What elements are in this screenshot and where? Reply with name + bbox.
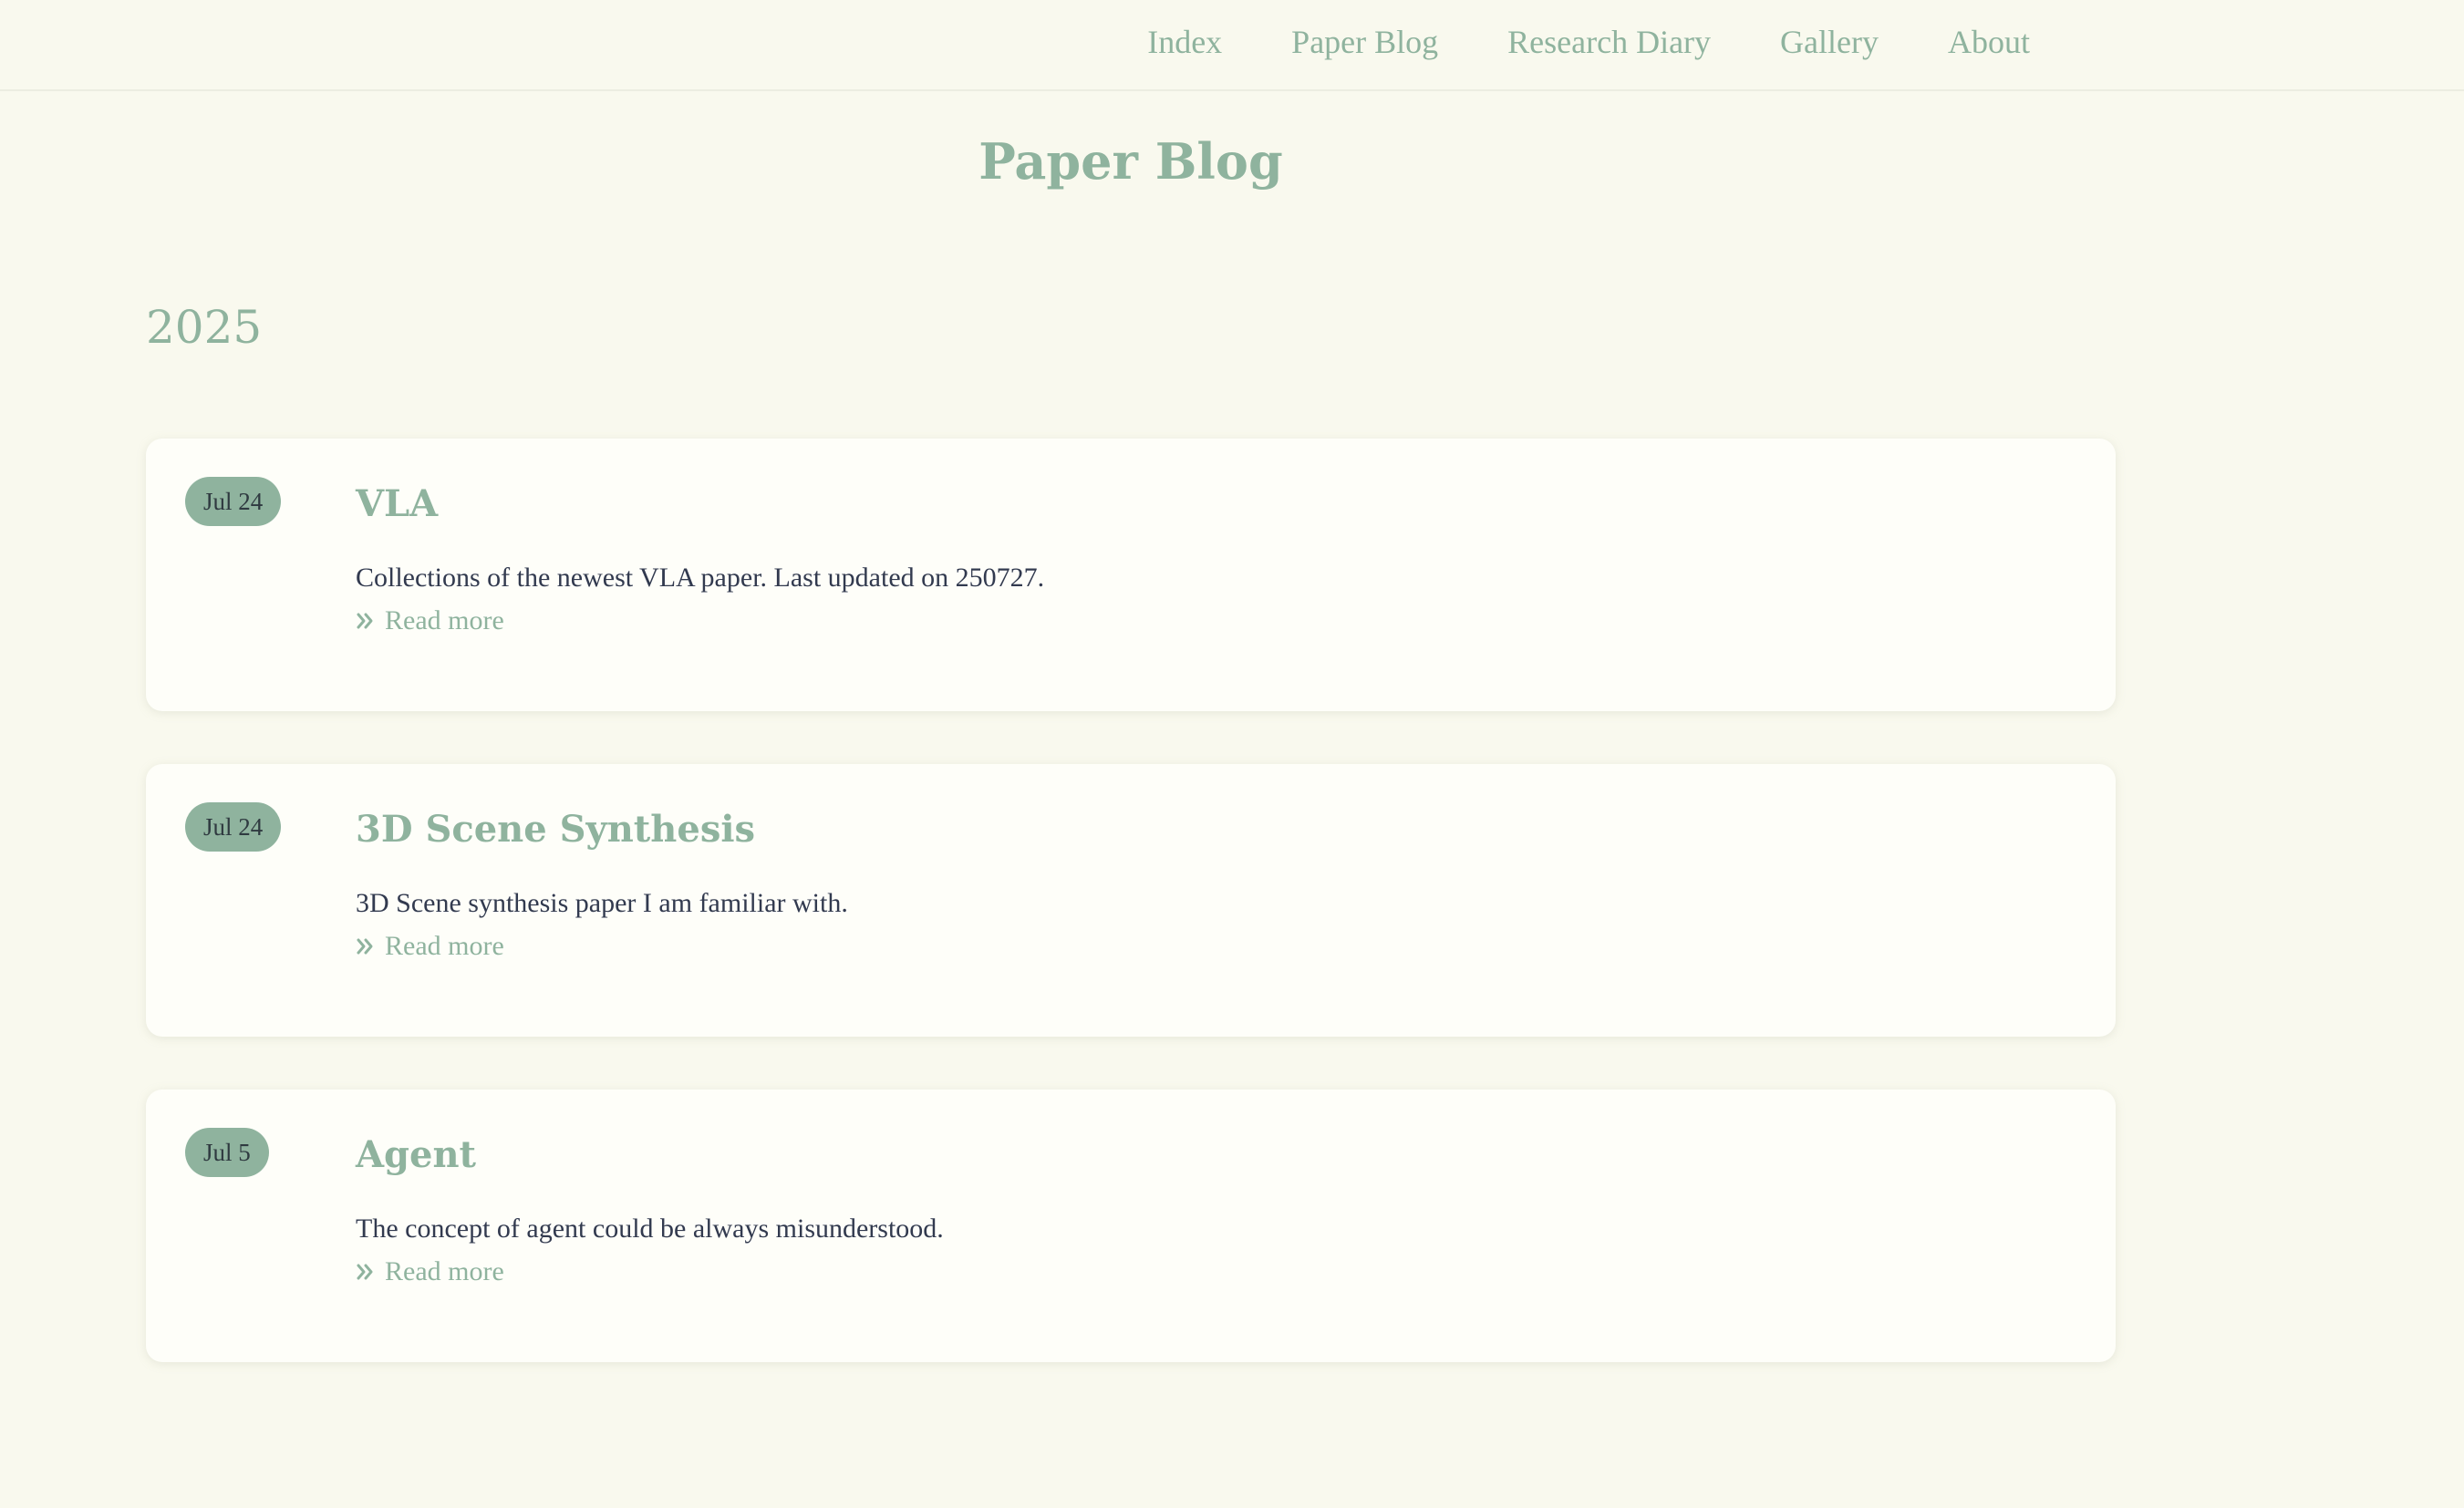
post-excerpt: 3D Scene synthesis paper I am familiar w… bbox=[356, 888, 848, 918]
post-excerpt: The concept of agent could be always mis… bbox=[356, 1214, 944, 1244]
top-navigation: Index Paper Blog Research Diary Gallery … bbox=[0, 0, 2464, 91]
date-badge: Jul 24 bbox=[185, 802, 282, 852]
post-title-link[interactable]: Agent bbox=[356, 1133, 476, 1176]
page-title: Paper Blog bbox=[978, 132, 1283, 191]
year-heading: 2025 bbox=[146, 301, 263, 354]
nav-item-gallery[interactable]: Gallery bbox=[1780, 23, 1879, 61]
post-card: Jul 24 3D Scene Synthesis 3D Scene synth… bbox=[146, 764, 2116, 1037]
nav-item-index[interactable]: Index bbox=[1147, 23, 1222, 61]
post-title-link[interactable]: VLA bbox=[356, 482, 438, 525]
post-title-link[interactable]: 3D Scene Synthesis bbox=[356, 808, 755, 851]
double-chevron-right-icon bbox=[357, 1264, 373, 1280]
read-more-link[interactable]: Read more bbox=[356, 931, 504, 962]
date-badge: Jul 24 bbox=[185, 477, 282, 526]
date-badge: Jul 5 bbox=[185, 1128, 269, 1177]
nav-links: Index Paper Blog Research Diary Gallery … bbox=[1147, 0, 2030, 84]
post-card: Jul 5 Agent The concept of agent could b… bbox=[146, 1090, 2116, 1362]
post-list: Jul 24 VLA Collections of the newest VLA… bbox=[146, 439, 2116, 1415]
double-chevron-right-icon bbox=[357, 938, 373, 955]
nav-item-paper-blog[interactable]: Paper Blog bbox=[1291, 23, 1438, 61]
read-more-link[interactable]: Read more bbox=[356, 1256, 504, 1287]
post-card: Jul 24 VLA Collections of the newest VLA… bbox=[146, 439, 2116, 711]
post-excerpt: Collections of the newest VLA paper. Las… bbox=[356, 563, 1045, 593]
read-more-label: Read more bbox=[385, 931, 504, 961]
nav-item-about[interactable]: About bbox=[1948, 23, 2030, 61]
read-more-label: Read more bbox=[385, 1256, 504, 1286]
read-more-label: Read more bbox=[385, 605, 504, 635]
double-chevron-right-icon bbox=[357, 613, 373, 629]
nav-item-research-diary[interactable]: Research Diary bbox=[1507, 23, 1711, 61]
read-more-link[interactable]: Read more bbox=[356, 605, 504, 636]
